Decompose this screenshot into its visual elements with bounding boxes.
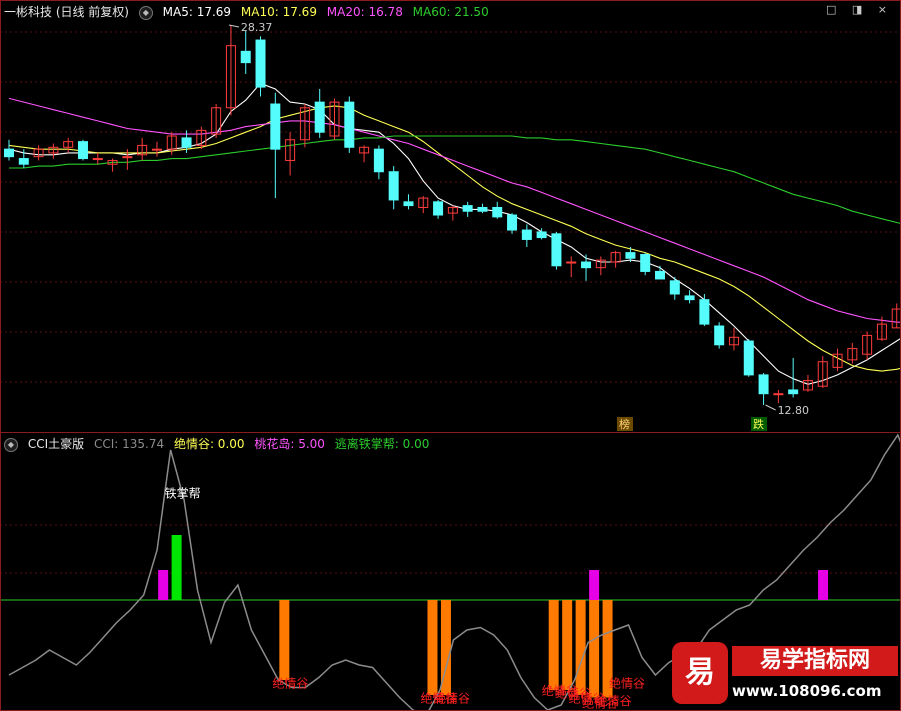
- stock-title: 一彬科技 (日线 前复权): [4, 5, 129, 19]
- watermark-logo: 易: [672, 642, 728, 704]
- ma10-value: MA10: 17.69: [240, 5, 317, 19]
- settings-icon[interactable]: ◆: [138, 5, 153, 20]
- window-buttons[interactable]: □ ◨ ×: [826, 3, 893, 16]
- watermark-url: www.108096.com: [732, 682, 882, 700]
- indicator-panel-header: ◆ CCI土豪版 CCI: 135.74 绝情谷: 0.00 桃花岛: 5.00…: [4, 435, 435, 452]
- price-panel-frame: [0, 0, 901, 433]
- indicator-title: CCI土豪版: [27, 437, 85, 451]
- ma5-value: MA5: 17.69: [162, 5, 232, 19]
- taohuadao-value: 桃花岛: 5.00: [254, 437, 325, 451]
- cci-value: CCI: 135.74: [93, 437, 165, 451]
- watermark: 易 易学指标网 www.108096.com: [672, 638, 900, 710]
- watermark-title: 易学指标网: [732, 646, 898, 676]
- jueqinggu-value: 绝情谷: 0.00: [173, 437, 245, 451]
- price-panel-header: 一彬科技 (日线 前复权) ◆ MA5: 17.69 MA10: 17.69 M…: [4, 3, 495, 20]
- ma20-value: MA20: 16.78: [326, 5, 403, 19]
- indicator-settings-icon[interactable]: ◆: [4, 437, 18, 452]
- ma60-value: MA60: 21.50: [412, 5, 489, 19]
- taoli-value: 逃离铁掌帮: 0.00: [334, 437, 430, 451]
